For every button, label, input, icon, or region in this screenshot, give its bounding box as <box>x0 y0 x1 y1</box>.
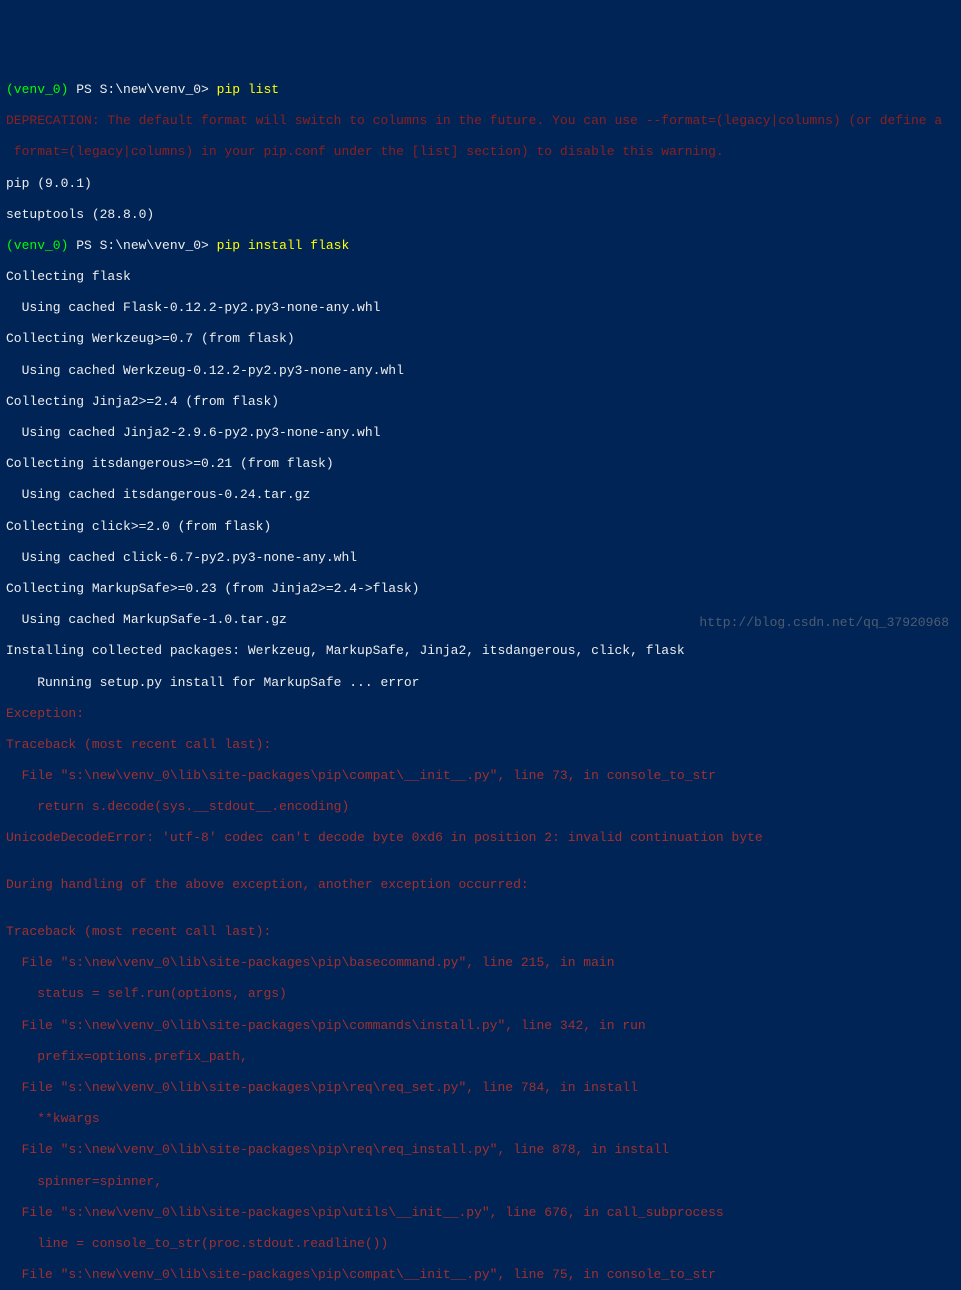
command-text: pip install flask <box>217 238 350 253</box>
output-line: pip (9.0.1) <box>6 176 955 192</box>
output-line: Collecting MarkupSafe>=0.23 (from Jinja2… <box>6 581 955 597</box>
error-line: File "s:\new\venv_0\lib\site-packages\pi… <box>6 1205 955 1221</box>
error-line: Exception: <box>6 706 955 722</box>
output-line: Installing collected packages: Werkzeug,… <box>6 643 955 659</box>
error-line: spinner=spinner, <box>6 1174 955 1190</box>
error-line: line = console_to_str(proc.stdout.readli… <box>6 1236 955 1252</box>
prompt-line: (venv_0) PS S:\new\venv_0> pip list <box>6 82 955 98</box>
error-line: File "s:\new\venv_0\lib\site-packages\pi… <box>6 1018 955 1034</box>
deprecation-warning: DEPRECATION: The default format will swi… <box>6 113 955 129</box>
error-line: status = self.run(options, args) <box>6 986 955 1002</box>
output-line: Using cached Jinja2-2.9.6-py2.py3-none-a… <box>6 425 955 441</box>
ps-path: PS S:\new\venv_0> <box>68 238 216 253</box>
error-line: Traceback (most recent call last): <box>6 737 955 753</box>
error-line: File "s:\new\venv_0\lib\site-packages\pi… <box>6 955 955 971</box>
error-line: UnicodeDecodeError: 'utf-8' codec can't … <box>6 830 955 846</box>
command-text: pip list <box>217 82 279 97</box>
error-line: File "s:\new\venv_0\lib\site-packages\pi… <box>6 1267 955 1283</box>
error-line: Traceback (most recent call last): <box>6 924 955 940</box>
error-line: return s.decode(sys.__stdout__.encoding) <box>6 799 955 815</box>
output-line: Collecting Werkzeug>=0.7 (from flask) <box>6 331 955 347</box>
output-line: Using cached Werkzeug-0.12.2-py2.py3-non… <box>6 363 955 379</box>
error-line: File "s:\new\venv_0\lib\site-packages\pi… <box>6 1142 955 1158</box>
output-line: Using cached Flask-0.12.2-py2.py3-none-a… <box>6 300 955 316</box>
error-line: prefix=options.prefix_path, <box>6 1049 955 1065</box>
output-line: Collecting click>=2.0 (from flask) <box>6 519 955 535</box>
error-line: File "s:\new\venv_0\lib\site-packages\pi… <box>6 1080 955 1096</box>
terminal-output[interactable]: (venv_0) PS S:\new\venv_0> pip list DEPR… <box>6 66 955 1290</box>
output-line: Using cached click-6.7-py2.py3-none-any.… <box>6 550 955 566</box>
output-line: Using cached itsdangerous-0.24.tar.gz <box>6 487 955 503</box>
output-line: Collecting itsdangerous>=0.21 (from flas… <box>6 456 955 472</box>
ps-path: PS S:\new\venv_0> <box>68 82 216 97</box>
prompt-line: (venv_0) PS S:\new\venv_0> pip install f… <box>6 238 955 254</box>
error-line: **kwargs <box>6 1111 955 1127</box>
venv-label: (venv_0) <box>6 82 68 97</box>
error-line: File "s:\new\venv_0\lib\site-packages\pi… <box>6 768 955 784</box>
venv-label: (venv_0) <box>6 238 68 253</box>
error-line: During handling of the above exception, … <box>6 877 955 893</box>
output-line: setuptools (28.8.0) <box>6 207 955 223</box>
deprecation-warning: format=(legacy|columns) in your pip.conf… <box>6 144 955 160</box>
watermark-text: http://blog.csdn.net/qq_37920968 <box>699 615 949 631</box>
output-line: Running setup.py install for MarkupSafe … <box>6 675 955 691</box>
output-line: Collecting flask <box>6 269 955 285</box>
output-line: Collecting Jinja2>=2.4 (from flask) <box>6 394 955 410</box>
